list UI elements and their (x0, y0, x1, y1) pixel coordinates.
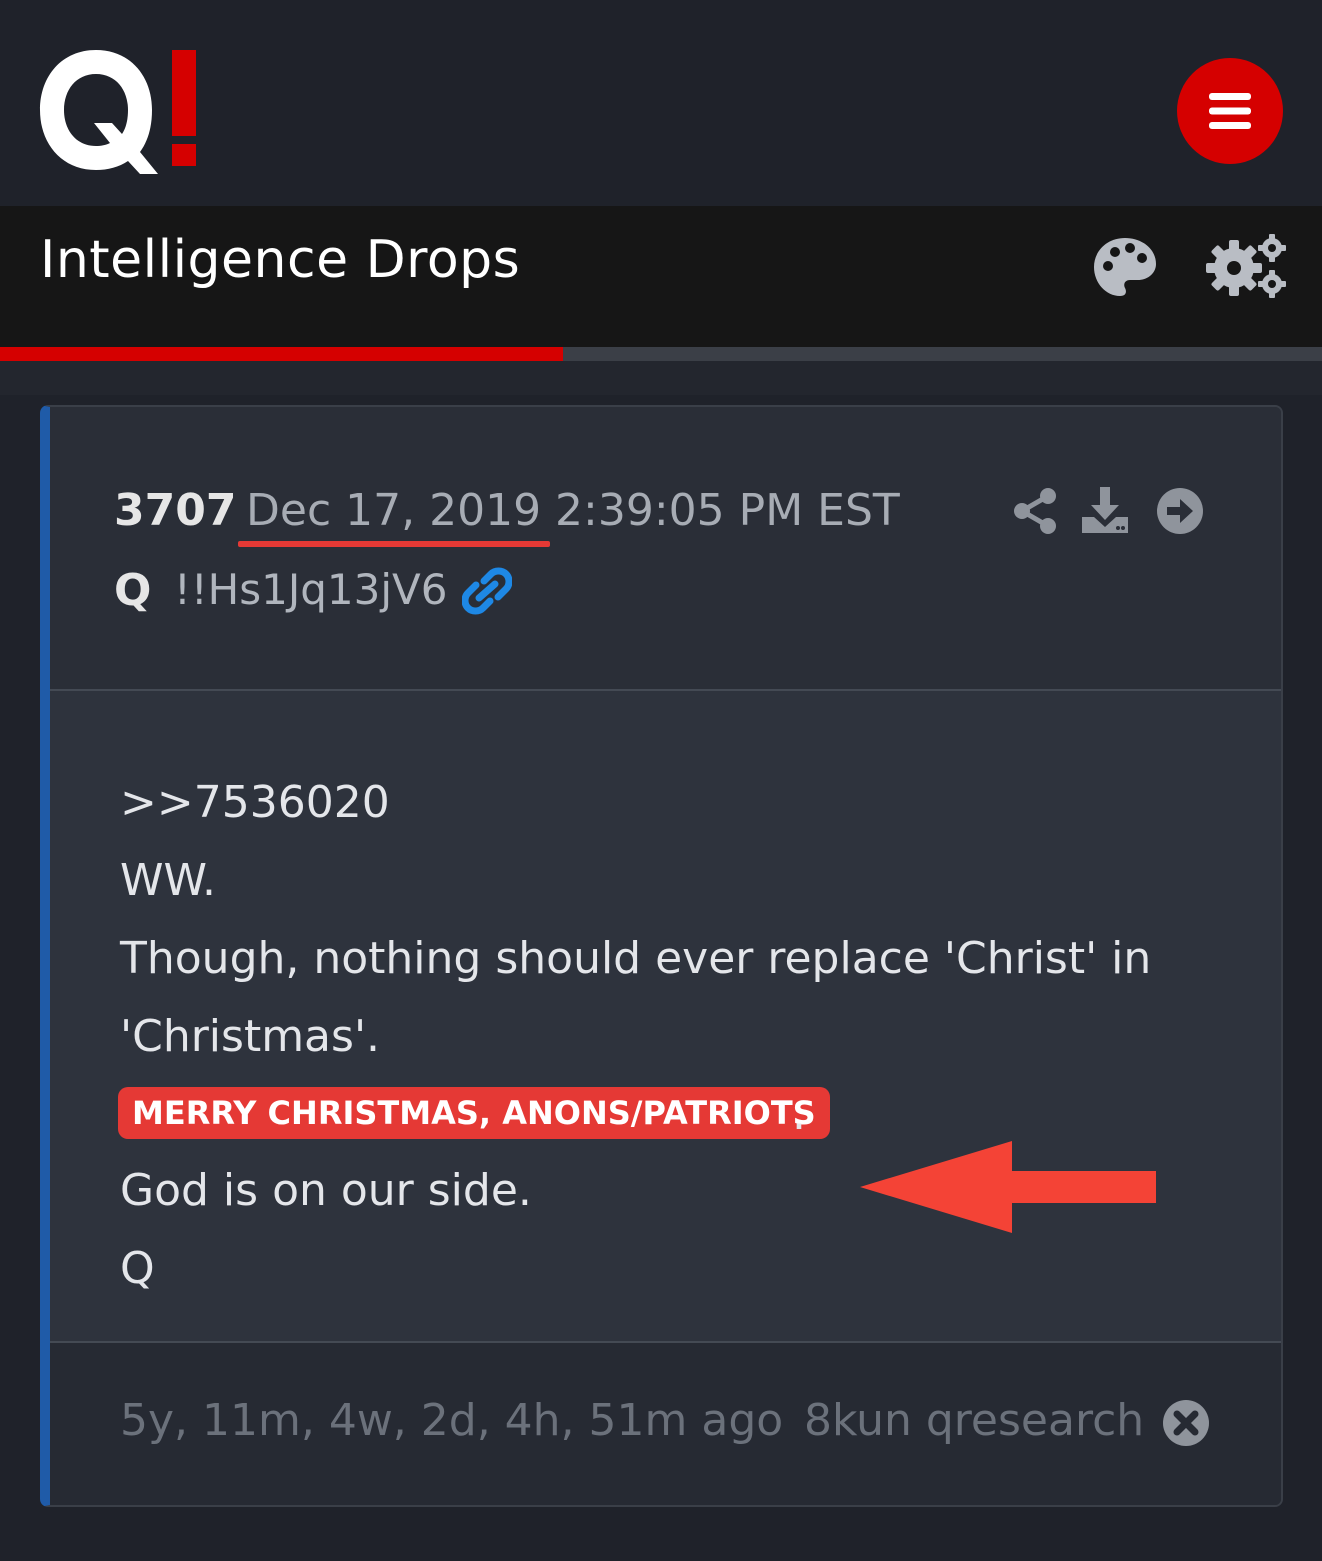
body-line: Though, nothing should ever replace 'Chr… (120, 933, 1152, 984)
title-bar: Intelligence Drops (0, 206, 1322, 348)
download-icon[interactable] (1080, 487, 1130, 535)
body-signature: Q (120, 1243, 155, 1294)
post-source[interactable]: 8kun qresearch (804, 1395, 1144, 1446)
post-footer: 5y, 11m, 4w, 2d, 4h, 51m ago 8kun qresea… (50, 1343, 1281, 1505)
post-number[interactable]: 3707 (114, 485, 236, 536)
share-icon[interactable] (1012, 487, 1058, 535)
header-shadow (0, 361, 1322, 395)
tripcode: !!Hs1Jq13jV6 (174, 565, 448, 614)
progress-fill (0, 347, 564, 361)
post-header: 3707 Dec 17, 2019 2:39:05 PM EST Q !!Hs1… (50, 407, 1281, 691)
post-reference[interactable]: >>7536020 (120, 777, 390, 828)
link-icon[interactable] (462, 567, 512, 615)
highlight-suffix: . (792, 1089, 806, 1140)
time-ago: 5y, 11m, 4w, 2d, 4h, 51m ago (120, 1395, 784, 1446)
body-line: God is on our side. (120, 1165, 532, 1216)
gears-icon[interactable] (1206, 234, 1288, 300)
post-card: 3707 Dec 17, 2019 2:39:05 PM EST Q !!Hs1… (40, 405, 1283, 1507)
post-date[interactable]: Dec 17, 2019 2:39:05 PM EST (246, 485, 900, 536)
page-title: Intelligence Drops (40, 230, 521, 290)
body-line: WW. (120, 855, 216, 906)
date-underline (238, 541, 550, 547)
progress-bar (0, 347, 1322, 361)
post-body: >>7536020 WW. Though, nothing should eve… (50, 691, 1281, 1343)
body-line: 'Christmas'. (120, 1011, 381, 1062)
menu-icon (1209, 93, 1251, 129)
q-logo[interactable] (36, 44, 206, 180)
menu-button[interactable] (1177, 58, 1283, 164)
palette-icon[interactable] (1092, 236, 1158, 300)
close-icon[interactable] (1162, 1399, 1210, 1447)
highlight-badge: MERRY CHRISTMAS, ANONS/PATRIOTS (118, 1087, 830, 1139)
red-arrow-annotation (860, 1141, 1156, 1233)
top-bar (0, 0, 1322, 206)
arrow-circle-icon[interactable] (1156, 487, 1204, 535)
author-name: Q (114, 565, 152, 616)
